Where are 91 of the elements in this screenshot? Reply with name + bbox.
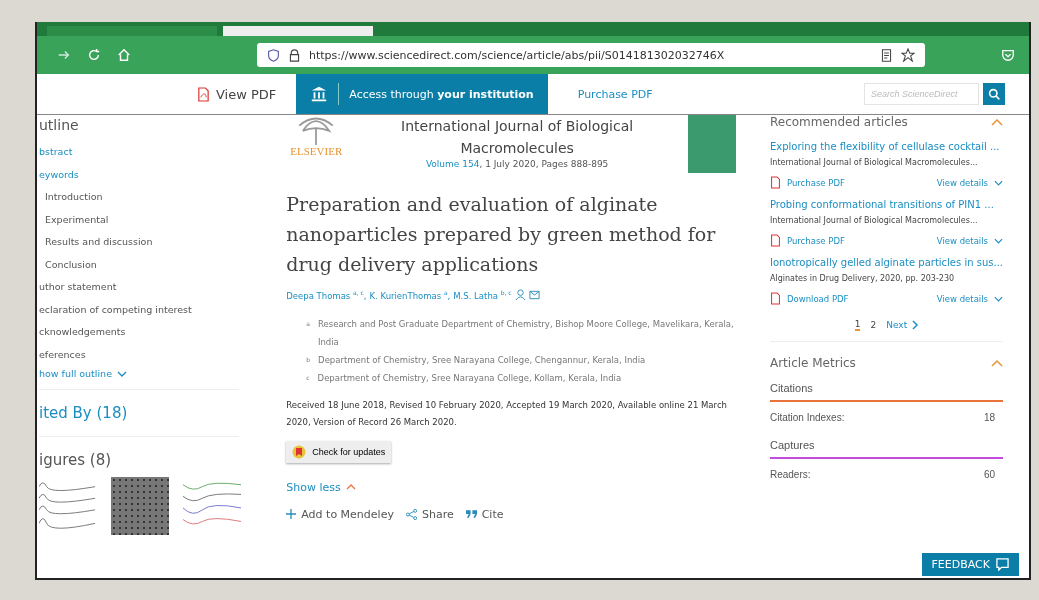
article-source: Alginates in Drug Delivery, 2020, pp. 203-230 — [769, 273, 956, 285]
show-full-outline-link[interactable]: how full outline — [39, 368, 127, 379]
access-institution-button[interactable]: Access through your institution — [296, 74, 548, 114]
chevron-right-icon — [912, 320, 919, 330]
metrics-section-heading: Citations — [769, 376, 1003, 402]
page-link[interactable]: 2 — [870, 319, 877, 331]
figures-heading: igures (8) — [39, 451, 113, 469]
journal-cover-placeholder[interactable] — [687, 115, 736, 173]
outline-item[interactable]: Experimental — [39, 208, 277, 231]
article-action-link[interactable]: Share — [405, 507, 454, 521]
person-icon[interactable] — [514, 289, 526, 301]
cited-by-heading[interactable]: ited By (18) — [39, 400, 277, 426]
chevron-up-icon — [345, 484, 356, 491]
home-icon[interactable] — [117, 48, 131, 62]
search-field[interactable]: Search ScienceDirect — [864, 83, 979, 105]
check-for-updates-button[interactable]: Check for updates — [286, 440, 392, 463]
pdf-icon — [197, 86, 210, 102]
outline-item[interactable]: eywords — [39, 163, 277, 186]
star-icon[interactable] — [901, 48, 915, 62]
metric-value: 60 — [983, 469, 995, 480]
outline-item[interactable]: eferences — [39, 343, 277, 366]
chevron-down-icon — [994, 237, 1003, 244]
search-button[interactable] — [983, 83, 1005, 105]
author-link[interactable]: Deepa Thomas $^{a, c}$, — [286, 289, 367, 301]
outline-item[interactable]: Introduction — [39, 186, 277, 209]
pdf-link[interactable]: Purchase PDF — [769, 234, 845, 247]
collapse-button[interactable] — [991, 359, 1003, 367]
address-bar[interactable]: https://www.sciencedirect.com/science/article/abs/pii/S014181302032746X — [257, 43, 925, 67]
metric-value: 18 — [983, 412, 995, 423]
feedback-button[interactable]: FEEDBACK — [921, 553, 1019, 576]
article-title: Preparation and evaluation of alginate nanoparticles prepared by green method for drug delivery applications — [286, 192, 717, 277]
article-action-link[interactable]: Add to Mendeley — [286, 507, 394, 521]
bookmark-icon — [292, 444, 307, 459]
collapse-button[interactable] — [991, 118, 1003, 126]
recommended-article-link[interactable]: Ionotropically gelled alginate particles in sus... — [769, 254, 1003, 272]
recommended-article-link[interactable]: Exploring the flexibility of cellulase cocktail ... — [769, 138, 1000, 156]
chevron-down-icon — [994, 179, 1003, 186]
reader-icon[interactable] — [880, 48, 893, 62]
recommended-heading: Recommended articles — [769, 115, 908, 129]
pdf-icon — [769, 234, 781, 247]
author-link[interactable]: K. KurienThomas $^{a}$, — [369, 289, 451, 301]
quote-icon — [465, 510, 477, 519]
affiliation: $^{a}$ Research and Post Graduate Department of Chemistry, Bishop Moore College, Mavelikara, Kerala, India — [306, 317, 735, 349]
show-less-link[interactable]: Show less — [286, 480, 356, 494]
next-page-link[interactable]: Next — [886, 319, 919, 331]
plus-icon — [286, 509, 297, 520]
pocket-icon[interactable] — [1001, 48, 1015, 62]
forward-icon[interactable] — [57, 48, 71, 62]
article-history: Received 18 June 2018, Revised 10 February 2020, Accepted 19 March 2020, Available online 21 March 2020, Version of Record 26 March 2020. — [286, 398, 728, 429]
metrics-heading: Article Metrics — [769, 356, 856, 370]
view-pdf-link[interactable]: View PDF — [197, 86, 277, 102]
pdf-icon — [769, 292, 781, 305]
affiliation: $^{b}$ Department of Chemistry, Sree Narayana College, Chengannur, Kerala, India — [306, 353, 647, 367]
pdf-link[interactable]: Download PDF — [769, 292, 849, 305]
purchase-pdf-link[interactable]: Purchase PDF — [577, 87, 653, 101]
article-action-link[interactable]: Cite — [465, 507, 504, 521]
chat-icon — [996, 558, 1009, 571]
search-icon — [987, 87, 1001, 101]
journal-title[interactable]: International Journal of Biological Macromolecules — [356, 115, 678, 159]
institution-icon — [310, 85, 329, 103]
shield-icon — [267, 48, 280, 62]
outline-item[interactable]: bstract — [39, 141, 277, 164]
metrics-section-heading: Captures — [769, 433, 1003, 459]
view-details-link[interactable]: View details — [936, 176, 1003, 189]
pdf-link[interactable]: Purchase PDF — [769, 176, 845, 189]
affiliation: $^{c}$ Department of Chemistry, Sree Narayana College, Kollam, Kerala, India — [306, 371, 623, 385]
volume-info: Volume 154, 1 July 2020, Pages 888-895 — [424, 159, 610, 169]
metric-label: Readers: — [769, 469, 811, 480]
lock-icon — [288, 48, 301, 62]
view-details-link[interactable]: View details — [936, 292, 1003, 305]
outline-item[interactable]: eclaration of competing interest — [39, 298, 277, 321]
outline-item[interactable]: Conclusion — [39, 253, 277, 276]
recommended-article-link[interactable]: Probing conformational transitions of PIN1 ... — [769, 196, 994, 214]
micrograph-placeholder[interactable] — [111, 477, 169, 535]
author-link[interactable]: M.S. Latha $^{b, c}$ — [453, 289, 512, 301]
outline-heading: utline — [39, 117, 80, 133]
page-link[interactable]: 1 — [854, 319, 861, 331]
article-source: International Journal of Biological Macromolecules... — [769, 157, 979, 169]
metric-label: Citation Indexes: — [769, 412, 845, 423]
mail-icon[interactable] — [528, 289, 540, 300]
view-details-link[interactable]: View details — [936, 234, 1003, 247]
publisher-name: ELSEVIER — [290, 145, 343, 157]
article-source: International Journal of Biological Macromolecules... — [769, 215, 979, 227]
reload-icon[interactable] — [87, 48, 101, 62]
chevron-down-icon — [994, 295, 1003, 302]
share-icon — [405, 508, 417, 520]
outline-item[interactable]: cknowledgements — [39, 321, 277, 344]
pdf-icon — [769, 176, 781, 189]
outline-item[interactable]: uthor statement — [39, 276, 277, 299]
chevron-down-icon — [117, 370, 127, 377]
outline-item[interactable]: Results and discussion — [39, 231, 277, 254]
